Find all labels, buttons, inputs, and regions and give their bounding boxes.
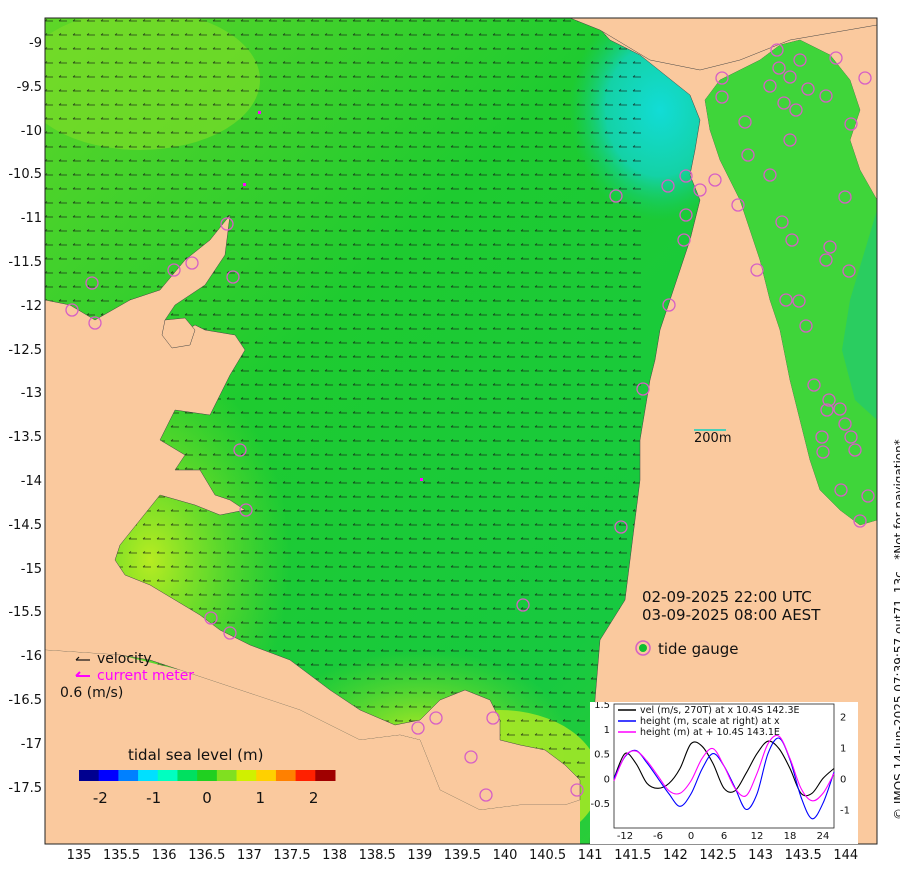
inset-left-tick-label: 0: [604, 774, 610, 785]
inset-x-tick-label: 6: [721, 831, 727, 842]
longitude-tick-label: 143: [748, 848, 773, 863]
longitude-tick-label: 135: [66, 848, 92, 863]
time-aest: 03-09-2025 08:00 AEST: [642, 606, 821, 624]
speed-scale-label: 0.6 (m/s): [60, 685, 124, 701]
longitude-tick-label: 140.5: [528, 848, 567, 863]
longitude-tick-label: 138: [322, 848, 347, 863]
colorbar-tick-label: 0: [202, 789, 212, 807]
inset-right-tick-label: 2: [840, 712, 846, 723]
latitude-tick-label: -15.5: [8, 605, 42, 621]
longitude-tick-label: 141: [577, 848, 603, 863]
colorbar-segment: [275, 770, 297, 781]
colorbar-segment: [236, 770, 257, 781]
latitude-tick-label: -11.5: [8, 255, 42, 270]
latitude-tick-label: -11: [20, 211, 42, 227]
longitude-tick-label: 135.5: [102, 848, 141, 863]
inset-x-tick-label: 0: [688, 831, 694, 842]
inset-legend: vel (m/s, 270T) at x 10.4S 142.3Eheight …: [618, 705, 800, 738]
colorbar-segment: [177, 770, 198, 781]
scale-bar-label: 200m: [694, 431, 732, 446]
longitude-tick-label: 138.5: [358, 848, 396, 863]
colorbar-segment: [216, 770, 238, 781]
longitude-tick-label: 136: [151, 848, 177, 863]
longitude-tick-label: 144: [833, 848, 859, 863]
colorbar-segment: [197, 770, 218, 781]
colorbar-segment: [295, 770, 316, 781]
longitude-tick-label: 139.5: [443, 848, 481, 863]
latitude-tick-label: -12.5: [8, 342, 42, 358]
inset-legend-label: height (m, scale at right) at x: [640, 716, 780, 727]
latitude-tick-label: -17.5: [8, 780, 42, 796]
copyright-notice: © IMOS 14-Jun-2025 07:39:57 out71_13c . …: [892, 439, 900, 820]
time-utc: 02-09-2025 22:00 UTC: [642, 588, 812, 606]
longitude-tick-label: 141.5: [614, 848, 652, 863]
latitude-tick-label: -16.5: [8, 693, 42, 708]
latitude-tick-label: -13: [20, 386, 42, 402]
colorbar-segment: [157, 770, 178, 781]
latitude-tick-label: -14.5: [8, 517, 42, 533]
colorbar-tick-label: 1: [255, 789, 266, 807]
colorbar: [79, 770, 336, 781]
longitude-tick-label: 142.5: [699, 848, 737, 863]
latitude-tick-label: -17: [20, 736, 42, 752]
latitude-tick-label: -15: [20, 561, 42, 577]
tide-gauge-legend-label: tide gauge: [658, 640, 739, 658]
velocity-legend-label: velocity: [97, 651, 152, 667]
latitude-tick-label: -10: [20, 123, 42, 139]
latitude-tick-label: -16: [20, 649, 42, 665]
colorbar-segment: [138, 770, 159, 781]
inset-right-tick-label: -1: [840, 805, 850, 816]
colorbar-segment: [256, 770, 277, 781]
longitude-tick-label: 142: [662, 848, 688, 863]
inset-x-tick-label: -12: [617, 831, 633, 842]
tide-timeseries-inset: 1.5 1 0.5 0 -0.5 2 1 0 -1 -12 -6 0 6 12 18 24 vel (m/s,…: [590, 702, 858, 844]
inset-x-tick-label: 18: [784, 831, 797, 842]
latitude-tick-label: -10.5: [8, 167, 42, 183]
colorbar-segment: [315, 770, 336, 781]
colorbar-segment: [79, 770, 100, 781]
latitude-tick-label: -13.5: [8, 430, 42, 446]
current-meter-legend-label: current meter: [97, 668, 195, 684]
colorbar-segment: [118, 770, 139, 781]
inset-x-tick-label: 24: [817, 831, 830, 842]
colorbar-title: tidal sea level (m): [128, 746, 264, 764]
colorbar-tick-label: 2: [308, 789, 319, 807]
inset-legend-label: vel (m/s, 270T) at x 10.4S 142.3E: [640, 705, 800, 716]
longitude-tick-label: 137.5: [273, 848, 311, 863]
inset-x-tick-label: 12: [751, 831, 764, 842]
inset-left-tick-label: 1: [604, 725, 610, 736]
inset-right-tick-label: 1: [840, 743, 846, 754]
latitude-tick-label: -12: [20, 298, 42, 314]
colorbar-segment: [98, 770, 119, 781]
inset-left-tick-label: -0.5: [590, 799, 610, 810]
latitude-tick-label: -14: [20, 474, 42, 489]
latitude-tick-label: -9.5: [16, 79, 42, 95]
longitude-tick-label: 136.5: [188, 848, 226, 863]
inset-x-tick-label: -6: [653, 831, 663, 842]
inset-legend-label: height (m) at + 10.4S 143.1E: [640, 727, 780, 738]
latitude-tick-label: -9: [29, 36, 42, 51]
longitude-tick-label: 143.5: [784, 848, 822, 863]
inset-right-tick-label: 0: [840, 774, 846, 785]
longitude-tick-label: 137: [236, 848, 262, 863]
longitude-tick-label: 139: [407, 848, 433, 863]
colorbar-tick-label: -2: [92, 789, 108, 807]
longitude-tick-label: 140: [492, 848, 518, 863]
colorbar-tick-label: -1: [146, 789, 162, 807]
inset-left-tick-label: 0.5: [594, 750, 610, 761]
inset-left-tick-label: 1.5: [594, 702, 610, 711]
